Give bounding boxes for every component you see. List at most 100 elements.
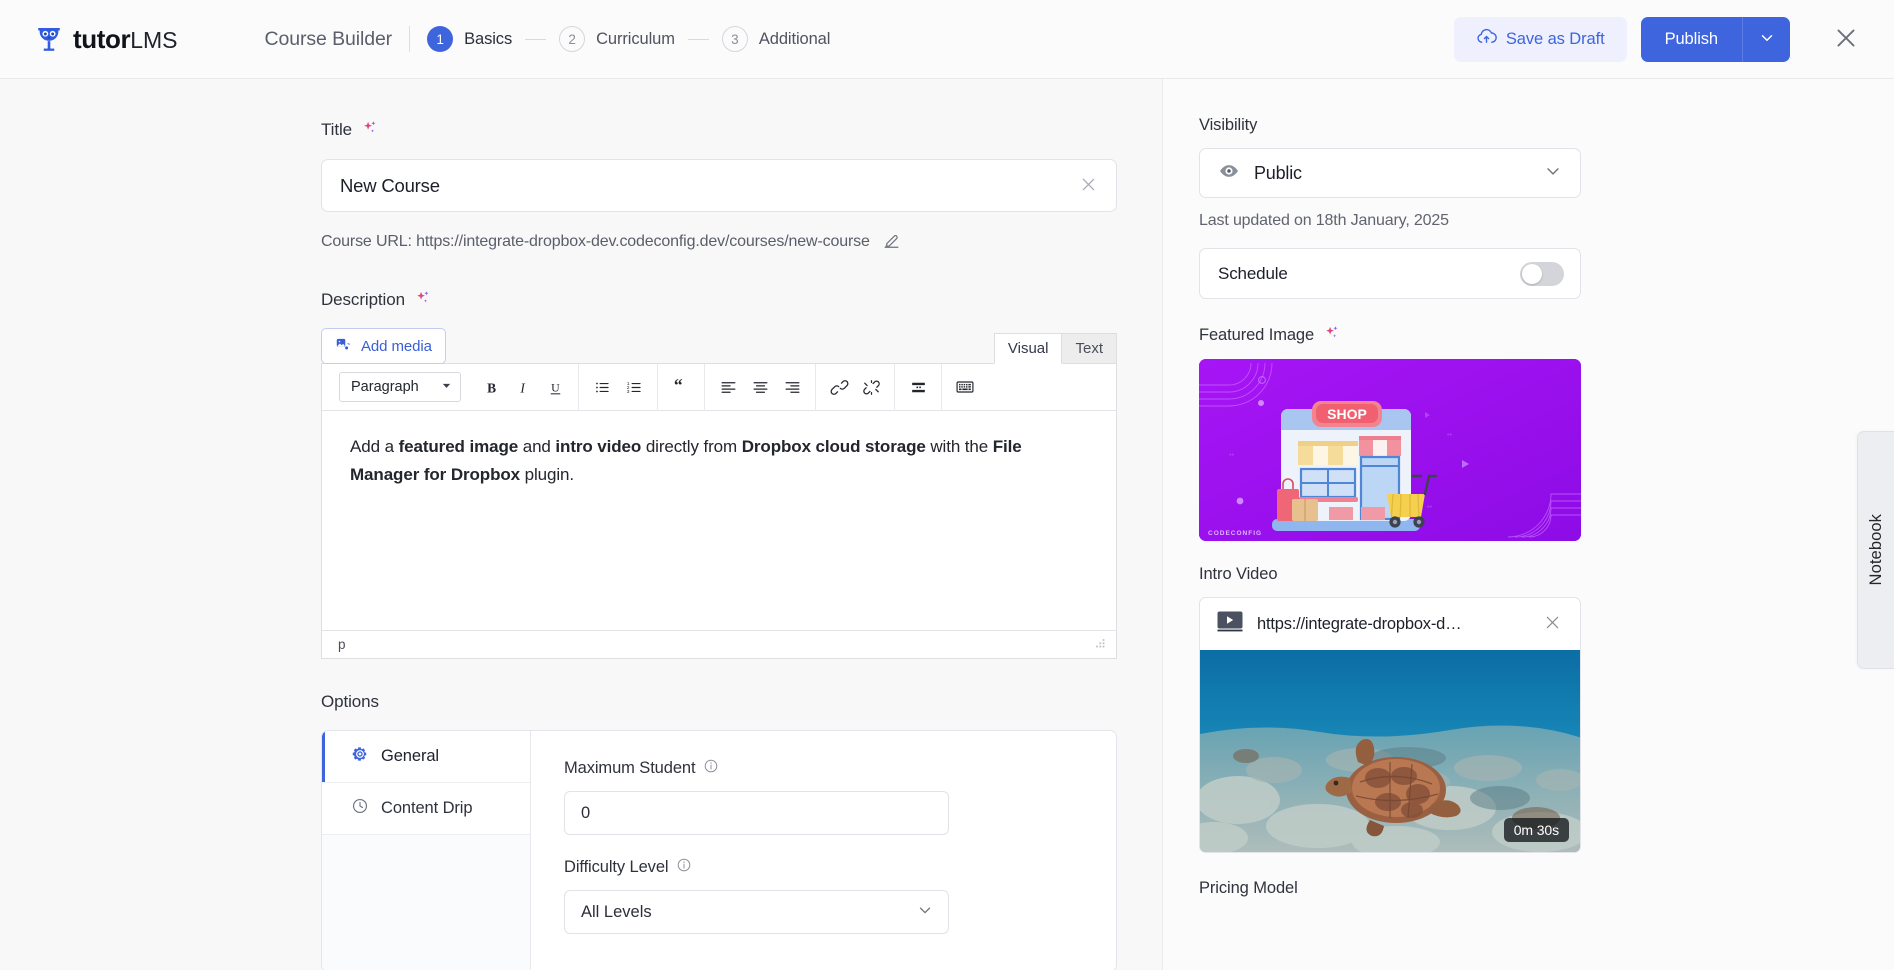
paragraph-format-value: Paragraph [351, 379, 419, 395]
publish-button[interactable]: Publish [1641, 17, 1742, 62]
notebook-tab[interactable]: Notebook [1857, 431, 1894, 669]
tab-text[interactable]: Text [1062, 333, 1117, 364]
description-field-group: Description Add media Visual Text Paragr… [321, 289, 1162, 659]
chevron-down-icon [916, 901, 934, 924]
options-tab-general-label: General [381, 747, 440, 765]
course-builder-nav: Course Builder 1 Basics 2 Curriculum 3 A… [265, 26, 830, 52]
schedule-toggle[interactable] [1520, 261, 1564, 286]
editor-resize-handle[interactable] [1094, 637, 1107, 653]
intro-video-thumbnail[interactable]: 0m 30s [1200, 650, 1580, 852]
numbered-list-button[interactable]: 1 2 3 [618, 371, 650, 403]
options-label: Options [321, 692, 379, 711]
close-builder-button[interactable] [1824, 17, 1868, 61]
header-actions: Save as Draft Publish [1453, 16, 1868, 62]
main-column: Title New Course Course URL: https://int… [0, 79, 1162, 970]
options-tab-content-drip[interactable]: Content Drip [322, 783, 530, 835]
intro-video-section: Intro Video https://integrate-dropbox-d… [1199, 565, 1894, 853]
media-icon [335, 336, 352, 357]
step-basics[interactable]: 1 Basics [427, 26, 512, 52]
options-tab-list: General Content Drip [322, 731, 531, 970]
italic-button[interactable]: I [507, 371, 539, 403]
svg-text:U: U [551, 380, 560, 394]
svg-text:“: “ [674, 377, 683, 395]
wp-editor: Paragraph B I U 1 2 3 “ Add a featured i… [321, 363, 1117, 659]
align-right-button[interactable] [776, 371, 808, 403]
align-center-button[interactable] [744, 371, 776, 403]
ai-sparkle-icon[interactable] [414, 289, 431, 311]
clear-title-button[interactable] [1075, 171, 1102, 201]
brand-logo[interactable]: tutorLMS [34, 24, 178, 55]
svg-text:••: •• [1447, 432, 1452, 439]
tab-visual[interactable]: Visual [993, 333, 1063, 364]
featured-image-thumbnail[interactable]: •• •• •• SHOP CODECONFIG [1199, 359, 1581, 541]
editor-toolbar: Paragraph B I U 1 2 3 “ [322, 363, 1116, 411]
description-label-row: Description [321, 289, 1162, 311]
pricing-model-label: Pricing Model [1199, 879, 1298, 897]
title-label-row: Title [321, 119, 1162, 141]
edit-url-button[interactable] [880, 229, 903, 255]
blockquote-button[interactable]: “ [665, 371, 697, 403]
remove-intro-video-button[interactable] [1539, 609, 1566, 639]
underline-button[interactable]: U [539, 371, 571, 403]
pencil-edit-icon [882, 231, 901, 253]
featured-image-section: Featured Image •• •• •• SHOP CODECONFIG [1199, 324, 1894, 541]
list-group: 1 2 3 [579, 364, 657, 410]
bulleted-list-button[interactable] [586, 371, 618, 403]
step-curriculum-label: Curriculum [596, 29, 675, 48]
more-tag-group [895, 364, 941, 410]
app-header: tutorLMS Course Builder 1 Basics 2 Curri… [0, 0, 1894, 79]
save-as-draft-label: Save as Draft [1505, 29, 1605, 48]
gear-icon [351, 745, 369, 768]
description-text: Add a featured image and intro video dir… [350, 437, 1022, 484]
options-tab-general[interactable]: General [322, 731, 530, 783]
visibility-value: Public [1254, 162, 1302, 183]
tutor-owl-icon [34, 24, 64, 54]
save-as-draft-button[interactable]: Save as Draft [1453, 16, 1627, 62]
chevron-down-icon [1758, 29, 1776, 50]
close-icon [1833, 25, 1859, 54]
unlink-button[interactable] [855, 371, 887, 403]
align-left-button[interactable] [712, 371, 744, 403]
schedule-card: Schedule [1199, 248, 1581, 299]
step-curriculum[interactable]: 2 Curriculum [559, 26, 675, 52]
description-label: Description [321, 290, 405, 309]
insert-link-button[interactable] [823, 371, 855, 403]
page-body: Title New Course Course URL: https://int… [0, 79, 1894, 970]
visibility-select[interactable]: Public [1199, 148, 1581, 198]
title-field-group: Title New Course Course URL: https://int… [321, 119, 1162, 255]
video-duration-badge: 0m 30s [1503, 818, 1569, 842]
step-additional[interactable]: 3 Additional [721, 26, 830, 52]
editor-mode-tabs: Visual Text [993, 333, 1117, 364]
step-curriculum-number: 2 [559, 26, 586, 52]
title-input-wrapper[interactable] [321, 159, 1117, 212]
maximum-student-input[interactable]: 0 [564, 791, 949, 835]
svg-text:3: 3 [626, 389, 629, 395]
featured-image-label-row: Featured Image [1199, 324, 1894, 346]
options-section: Options General Content Drip Maximum Stu… [321, 692, 1162, 970]
step-basics-number: 1 [427, 26, 454, 52]
keyboard-shortcuts-icon[interactable] [949, 371, 981, 403]
title-input[interactable] [340, 174, 1075, 197]
insert-read-more-icon[interactable] [902, 371, 934, 403]
paragraph-format-select[interactable]: Paragraph [339, 372, 461, 402]
eye-icon [1218, 160, 1240, 187]
clock-icon [351, 797, 369, 820]
difficulty-level-select[interactable]: All Levels [564, 890, 949, 934]
publish-button-group: Publish [1640, 16, 1790, 62]
info-icon[interactable] [676, 857, 692, 878]
ai-sparkle-icon[interactable] [1323, 324, 1340, 346]
svg-text:I: I [519, 380, 525, 395]
info-icon[interactable] [703, 758, 719, 779]
editor-topbar: Add media Visual Text [321, 328, 1117, 364]
description-editor-body[interactable]: Add a featured image and intro video dir… [322, 411, 1116, 630]
toggle-knob [1522, 263, 1542, 284]
add-media-button[interactable]: Add media [321, 328, 446, 364]
intro-video-url: https://integrate-dropbox-d… [1257, 614, 1462, 633]
publish-dropdown-button[interactable] [1742, 16, 1790, 62]
brand-name-tutor: tutor [73, 23, 131, 54]
text-style-group: B I U [468, 364, 578, 410]
ai-sparkle-icon[interactable] [361, 119, 378, 141]
step-basics-label: Basics [464, 29, 513, 48]
difficulty-level-label: Difficulty Level [564, 858, 669, 876]
bold-button[interactable]: B [475, 371, 507, 403]
